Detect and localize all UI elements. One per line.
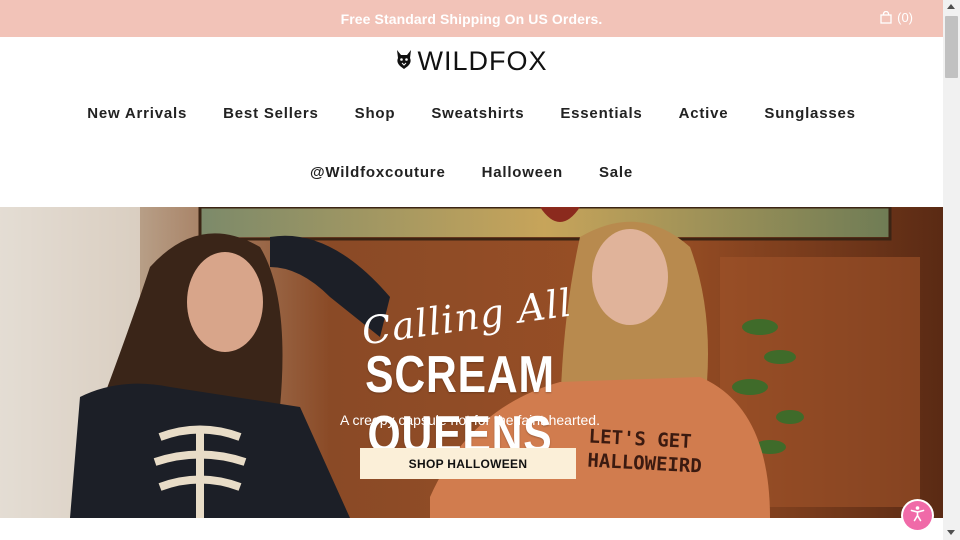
cart-button[interactable]: (0) bbox=[880, 10, 913, 25]
nav-item-essentials[interactable]: Essentials bbox=[560, 105, 642, 122]
hero-banner[interactable]: Calling All SCREAM QUEENS A creepy capsu… bbox=[0, 207, 943, 518]
page: Free Standard Shipping On US Orders. (0)… bbox=[0, 0, 943, 540]
cart-count: (0) bbox=[897, 10, 913, 25]
main-nav-row-1: New Arrivals Best Sellers Shop Sweatshir… bbox=[0, 105, 943, 122]
nav-item-sunglasses[interactable]: Sunglasses bbox=[764, 105, 855, 122]
accessibility-icon bbox=[909, 505, 926, 527]
nav-item-sale[interactable]: Sale bbox=[599, 164, 633, 181]
hero-content: Calling All SCREAM QUEENS A creepy capsu… bbox=[0, 207, 943, 518]
announcement-text: Free Standard Shipping On US Orders. bbox=[340, 10, 603, 27]
nav-item-halloween[interactable]: Halloween bbox=[482, 164, 563, 181]
site-logo[interactable]: WILDFOX bbox=[0, 46, 943, 77]
main-nav-row-2: @Wildfoxcouture Halloween Sale bbox=[0, 164, 943, 181]
nav-item-best-sellers[interactable]: Best Sellers bbox=[223, 105, 318, 122]
nav-item-active[interactable]: Active bbox=[679, 105, 729, 122]
logo-text: WILDFOX bbox=[417, 46, 548, 76]
nav-item-wildfoxcouture[interactable]: @Wildfoxcouture bbox=[310, 164, 446, 181]
sweater-print-text: LET'S GET HALLOWEIRD bbox=[586, 425, 703, 478]
nav-item-shop[interactable]: Shop bbox=[355, 105, 396, 122]
accessibility-button[interactable] bbox=[903, 501, 932, 530]
shop-halloween-button[interactable]: SHOP HALLOWEEN bbox=[360, 448, 576, 479]
nav-item-new-arrivals[interactable]: New Arrivals bbox=[87, 105, 187, 122]
nav-item-sweatshirts[interactable]: Sweatshirts bbox=[431, 105, 524, 122]
scroll-up-arrow-icon[interactable] bbox=[947, 4, 955, 9]
scrollbar-thumb[interactable] bbox=[945, 16, 958, 78]
fox-head-icon bbox=[395, 48, 413, 75]
hero-title: SCREAM QUEENS bbox=[365, 346, 555, 464]
announcement-bar: Free Standard Shipping On US Orders. (0) bbox=[0, 0, 943, 37]
hero-script-heading: Calling All bbox=[359, 280, 575, 354]
shopping-bag-icon bbox=[880, 11, 892, 24]
page-scrollbar[interactable] bbox=[943, 0, 960, 540]
scroll-down-arrow-icon[interactable] bbox=[947, 530, 955, 535]
